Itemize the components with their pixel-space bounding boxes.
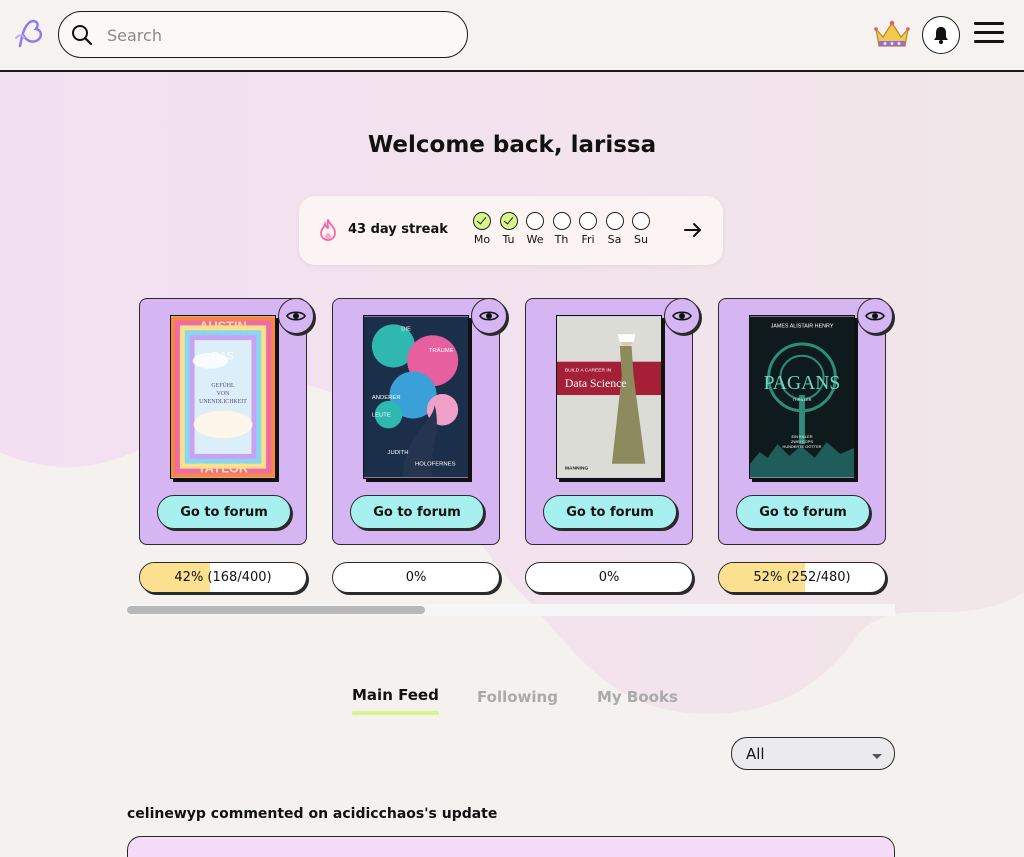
eye-icon [865,311,885,321]
bell-icon [934,27,948,44]
feed-item-title: celinewyp commented on acidicchaos's upd… [127,806,498,822]
streak-day-fri: Fri [575,212,601,246]
top-bar [0,0,1024,72]
cover-text: JUDITH [388,450,409,456]
streak-day-tu: Tu [496,212,522,246]
reading-progress: 42% (168/400) [139,562,307,593]
check-circle-icon [499,212,518,230]
cover-text: VON [217,391,230,397]
cover-text: UNENDLICHKEIT [199,399,247,405]
book-card[interactable]: DIE TRÄUME ANDERER LEUTE JUDITH HOLOFERN… [332,298,507,545]
tab-main-feed[interactable]: Main Feed [352,686,439,715]
menu-icon[interactable] [974,22,1004,46]
empty-circle-icon [605,212,624,230]
cover-text: TRÄUME [429,347,454,354]
empty-circle-icon [552,212,571,230]
book-cover[interactable]: JAMES ALISTAIR HENRY PAGANS THRILLER EIN… [749,315,855,479]
streak-count: 43 day streak [348,222,448,237]
view-button[interactable] [471,298,507,334]
streak-day-label: Mo [473,233,491,246]
streak-day-th: Th [549,212,575,246]
cover-text: HUNDERTE GÖTTER [783,444,822,449]
streak-day-su: Su [628,212,654,246]
check-circle-icon [473,212,491,230]
crown-icon[interactable] [874,19,910,49]
book-card[interactable]: JAMES ALISTAIR HENRY PAGANS THRILLER EIN… [718,298,893,545]
cover-text: BUILD A CAREER IN [565,367,612,373]
streak-day-label: Th [554,233,569,246]
cover-text: DIE [401,326,411,332]
cover-text: PAGANS [764,373,841,394]
streak-day-label: Su [634,233,648,246]
flame-icon [318,217,338,241]
eye-icon [672,311,692,321]
cover-text: DAS [212,351,234,363]
streak-day-sa: Sa [602,212,628,246]
streak-day-label: Tu [502,233,515,246]
go-to-forum-button[interactable]: Go to forum [736,495,870,529]
book-card[interactable]: BUILD A CAREER IN Data Science MANNING G… [525,298,700,545]
eye-icon [286,311,306,321]
logo-icon[interactable] [12,16,48,52]
streak-day-label: Sa [607,233,622,246]
feed-tabs: Main Feed Following My Books [352,686,692,716]
view-button[interactable] [857,298,893,334]
view-button[interactable] [278,298,314,334]
tab-my-books[interactable]: My Books [597,688,678,706]
go-to-forum-button[interactable]: Go to forum [350,495,484,529]
view-button[interactable] [664,298,700,334]
carousel-scrollbar-thumb[interactable] [127,606,425,614]
search-bar[interactable] [58,11,468,58]
book-cover[interactable]: DIE TRÄUME ANDERER LEUTE JUDITH HOLOFERN… [363,315,469,479]
reading-progress: 52% (252/480) [718,562,886,593]
streak-day-label: We [526,233,544,246]
cover-text: LEUTE [372,413,391,419]
reading-progress: 0% [525,562,693,593]
feed-filter-value: All [746,745,765,763]
book-card[interactable]: AUSTIN DAS GEFÜHL VON UNENDLICHKEIT TAYL… [139,298,314,545]
search-icon [71,24,93,46]
arrow-right-icon[interactable] [682,219,704,241]
cover-text: ANDERER [372,395,401,401]
cover-text: HOLOFERNES [415,462,456,468]
streak-day-mo: Mo [469,212,495,246]
empty-circle-icon [632,212,650,230]
empty-circle-icon [579,212,597,230]
notifications-button[interactable] [922,16,960,54]
tab-following[interactable]: Following [477,688,558,706]
book-cover[interactable]: BUILD A CAREER IN Data Science MANNING [556,315,662,479]
streak-day-label: Fri [581,233,595,246]
cover-text: AUSTIN [199,318,246,333]
streak-day-we: We [522,212,548,246]
cover-text: TAYLOR [198,461,248,476]
currently-reading-carousel[interactable]: AUSTIN DAS GEFÜHL VON UNENDLICHKEIT TAYL… [127,296,895,616]
book-cover[interactable]: AUSTIN DAS GEFÜHL VON UNENDLICHKEIT TAYL… [170,315,276,479]
streak-card: 43 day streak Mo Tu We Th Fri Sa Su [299,196,723,265]
welcome-heading: Welcome back, larissa [367,132,657,158]
cover-text: MANNING [565,466,589,472]
cover-text: THRILLER [793,397,812,402]
feed-item-card[interactable] [127,836,895,857]
go-to-forum-button[interactable]: Go to forum [157,495,291,529]
chevron-down-icon [872,754,882,759]
eye-icon [479,311,499,321]
cover-text: JAMES ALISTAIR HENRY [771,323,834,329]
empty-circle-icon [526,212,544,230]
feed-filter-select[interactable]: All [731,737,895,770]
cover-text: GEFÜHL [211,382,235,389]
search-input[interactable] [107,20,447,50]
cover-text: Data Science [565,377,627,390]
reading-progress: 0% [332,562,500,593]
go-to-forum-button[interactable]: Go to forum [543,495,677,529]
